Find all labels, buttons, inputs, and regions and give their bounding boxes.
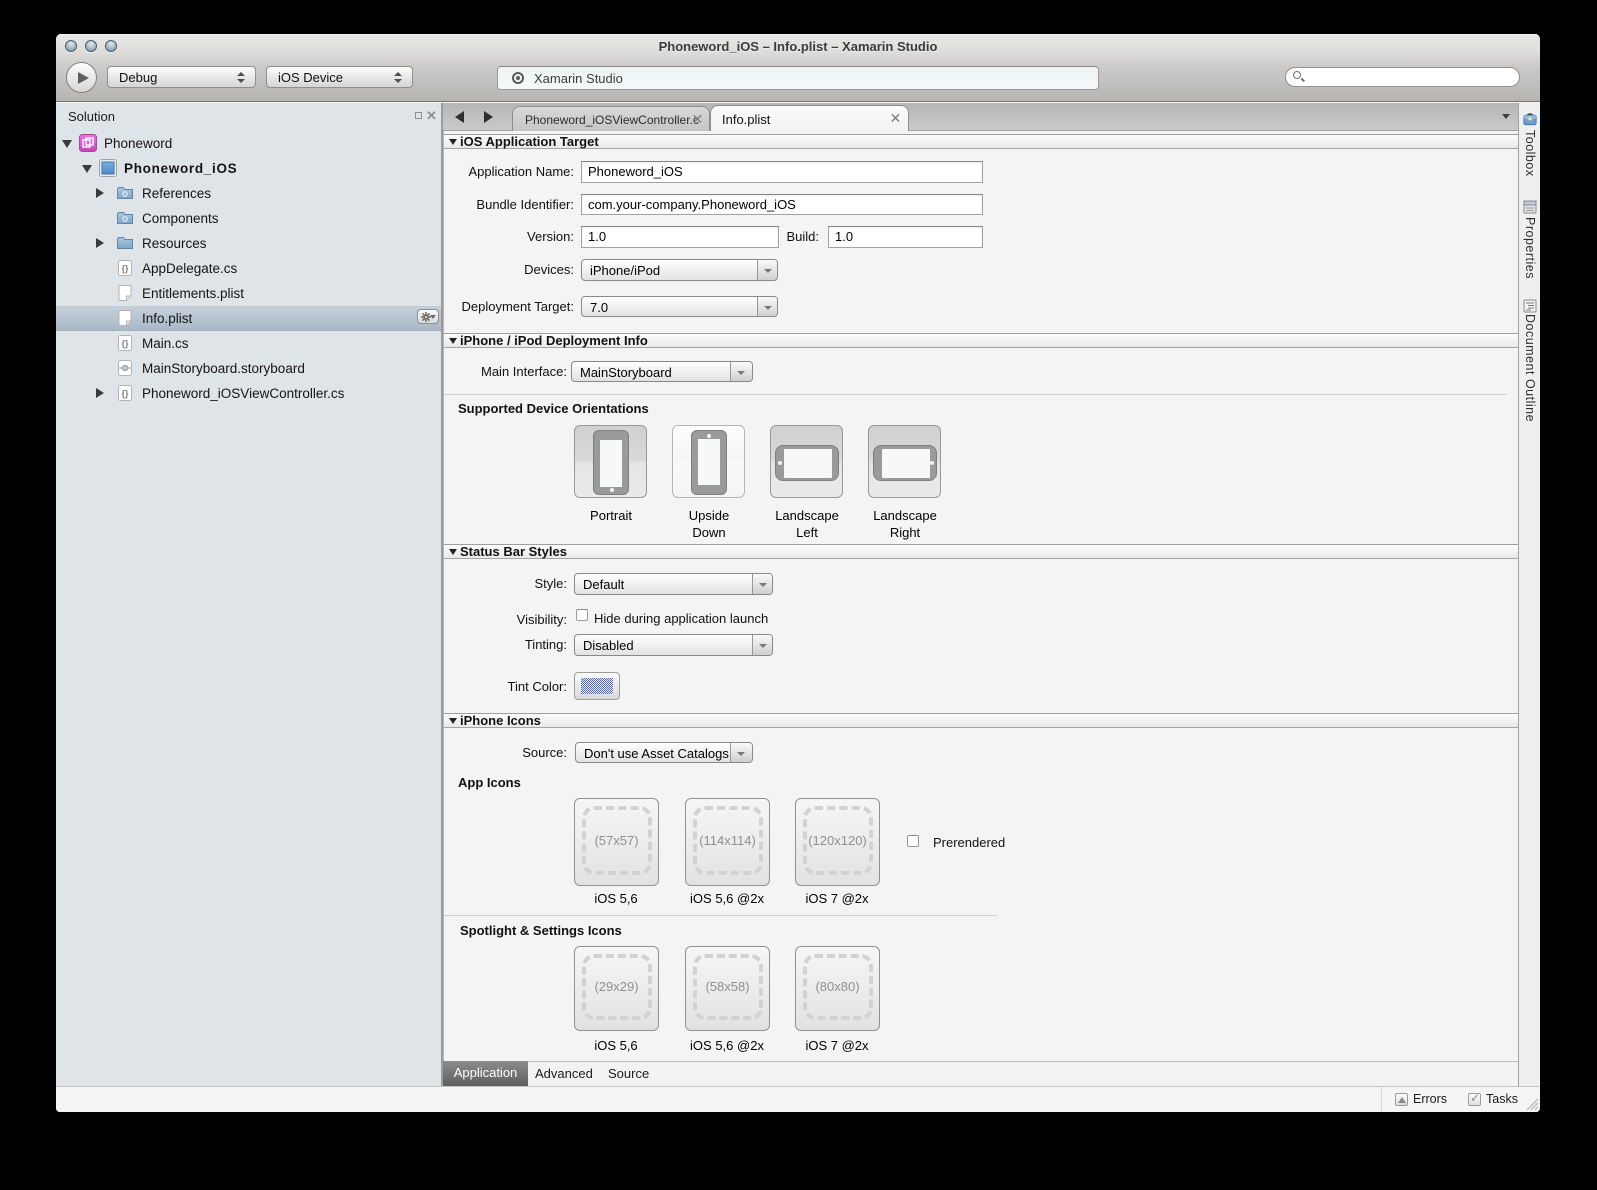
svg-text:{}: {}: [121, 264, 129, 274]
svg-text:{}: {}: [121, 389, 129, 399]
svg-text:{}: {}: [121, 339, 129, 349]
